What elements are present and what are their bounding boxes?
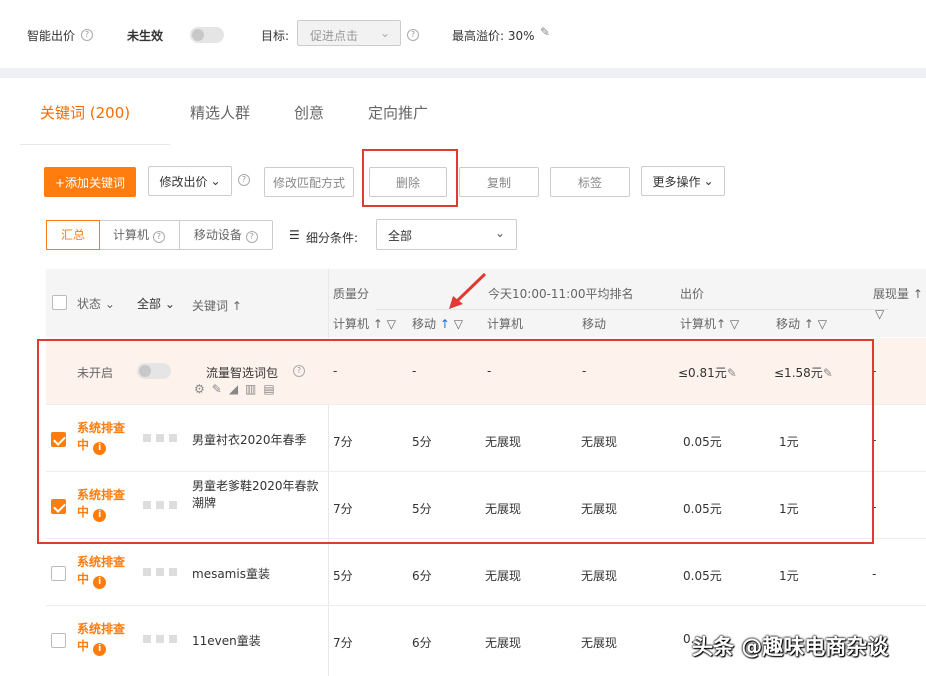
bid-mobile-label: 移动 <box>776 317 801 331</box>
row-quality-pc: 7分 <box>333 636 353 650</box>
row-quality-mobile: 6分 <box>412 569 432 583</box>
rank-header: 今天10:00-11:00平均排名 <box>488 287 634 301</box>
row-keyword: mesamis童装 <box>192 567 270 581</box>
row-quality-mobile: 6分 <box>412 636 432 650</box>
bid-mobile-header[interactable]: 移动 ↑ ▽ <box>776 315 827 332</box>
rows-highlight-box <box>37 339 874 544</box>
chevron-down-icon: ⌄ <box>380 26 391 40</box>
help-icon[interactable]: ? <box>238 174 250 186</box>
quality-pc-label: 计算机 <box>333 317 370 331</box>
table-row: 系统排查中 i mesamis童装 5分 6分 无展现 无展现 0.05元 1元… <box>46 539 926 606</box>
tab-selected-audience[interactable]: 精选人群 <box>190 102 250 123</box>
tag-button[interactable]: 标签 <box>550 167 630 197</box>
bid-header: 出价 <box>680 287 705 301</box>
row-checkbox[interactable] <box>51 633 66 648</box>
all-filter-label: 全部 <box>137 297 162 311</box>
help-icon[interactable]: ? <box>407 29 419 41</box>
segment-mobile[interactable]: 移动设备 ? <box>180 221 272 249</box>
tab-creative[interactable]: 创意 <box>294 102 324 123</box>
rank-mobile-header: 移动 <box>582 317 607 331</box>
row-bid-pc[interactable]: 0.05元 <box>683 567 722 584</box>
tab-divider <box>20 144 170 145</box>
filter-label: 细分条件: <box>306 231 359 245</box>
more-ops-button[interactable]: 更多操作 ⌄ <box>641 166 725 196</box>
filter-select-value: 全部 <box>388 229 413 243</box>
device-segment: 汇总 计算机 ? 移动设备 ? <box>46 220 273 250</box>
row-checkbox[interactable] <box>51 566 66 581</box>
row-rank-mobile: 无展现 <box>581 636 618 650</box>
bid-pc-header[interactable]: 计算机↑ ▽ <box>680 315 739 332</box>
target-label: 目标: <box>261 29 290 43</box>
row-status: 系统排查中 i <box>77 622 126 656</box>
chevron-down-icon: ⌄ <box>210 174 221 188</box>
info-icon[interactable]: i <box>93 576 107 589</box>
smart-bid-bar: 智能出价 ? 未生效 目标: 促进点击 ⌄ ? 最高溢价: 30% ✎ <box>0 0 926 68</box>
row-status: 系统排查中 i <box>77 555 126 589</box>
quality-mobile-header[interactable]: 移动 ↑ ▽ <box>412 315 463 332</box>
row-rank-mobile: 无展现 <box>581 569 618 583</box>
list-icon: ☰ <box>289 228 300 242</box>
segment-computer-label: 计算机 <box>113 228 150 242</box>
all-filter-header[interactable]: 全部 ⌄ <box>137 295 175 312</box>
max-premium: 最高溢价: 30% <box>452 29 535 43</box>
bid-pc-label: 计算机 <box>680 317 717 331</box>
keyword-header[interactable]: 关键词 ↑ <box>192 297 242 314</box>
help-icon: ? <box>152 231 165 243</box>
filter-icon: ▽ <box>453 317 463 331</box>
tab-keywords[interactable]: 关键词 (200) <box>40 102 130 123</box>
impressions-label: 展现量 <box>873 287 910 301</box>
chevron-down-icon: ⌄ <box>495 226 506 240</box>
impressions-header[interactable]: 展现量 ↑ <box>873 285 923 302</box>
tab-targeting[interactable]: 定向推广 <box>368 102 428 123</box>
row-quality-pc: 5分 <box>333 569 353 583</box>
divider-strip <box>0 68 926 78</box>
target-select-value: 促进点击 <box>310 29 359 43</box>
segment-summary[interactable]: 汇总 <box>46 220 101 250</box>
quality-pc-header[interactable]: 计算机 ↑ ▽ <box>333 315 396 332</box>
add-keyword-button[interactable]: +添加关键词 <box>44 167 136 197</box>
segment-mobile-label: 移动设备 <box>193 228 242 242</box>
row-rank-pc: 无展现 <box>485 569 522 583</box>
target-select[interactable]: 促进点击 ⌄ <box>297 20 401 46</box>
row-keyword: 11even童装 <box>192 634 261 648</box>
modify-bid-label: 修改出价 <box>159 174 208 189</box>
copy-button[interactable]: 复制 <box>459 167 539 197</box>
status-header[interactable]: 状态 ⌄ <box>77 295 115 312</box>
more-ops-label: 更多操作 <box>652 174 701 189</box>
info-icon[interactable]: i <box>93 643 107 656</box>
placeholder-squares <box>143 568 177 576</box>
help-icon[interactable]: ? <box>81 29 93 41</box>
filter-select[interactable]: 全部 ⌄ <box>376 219 517 250</box>
keyword-header-label: 关键词 <box>192 299 229 313</box>
chevron-down-icon: ⌄ <box>703 174 714 188</box>
segment-computer[interactable]: 计算机 ? <box>99 221 180 249</box>
select-all-checkbox[interactable] <box>52 295 67 310</box>
modify-match-button[interactable]: 修改匹配方式 <box>264 167 354 197</box>
smart-bid-toggle[interactable] <box>190 27 224 43</box>
red-arrow-annotation <box>449 272 487 309</box>
sort-up-icon: ↑ <box>439 317 450 331</box>
placeholder-squares <box>143 635 177 643</box>
smart-bid-label: 智能出价 <box>27 29 76 43</box>
row-impressions: - <box>872 567 877 581</box>
watermark: 头条 @趣味电商杂谈 <box>692 635 889 659</box>
quality-header: 质量分 <box>333 287 370 301</box>
edit-pencil-icon[interactable]: ✎ <box>540 25 550 39</box>
quality-mobile-label: 移动 <box>412 317 437 331</box>
filter-icon: ▽ <box>386 317 396 331</box>
rank-pc-header: 计算机 <box>487 317 524 331</box>
modify-bid-button[interactable]: 修改出价 ⌄ <box>148 166 232 196</box>
help-icon: ? <box>245 231 258 243</box>
row-bid-mobile[interactable]: 1元 <box>779 567 799 584</box>
status-text: 未生效 <box>127 29 164 43</box>
status-header-label: 状态 <box>77 297 102 311</box>
page: 智能出价 ? 未生效 目标: 促进点击 ⌄ ? 最高溢价: 30% ✎ 关键词 … <box>0 0 926 676</box>
row-rank-pc: 无展现 <box>485 636 522 650</box>
delete-highlight-box <box>362 149 458 207</box>
